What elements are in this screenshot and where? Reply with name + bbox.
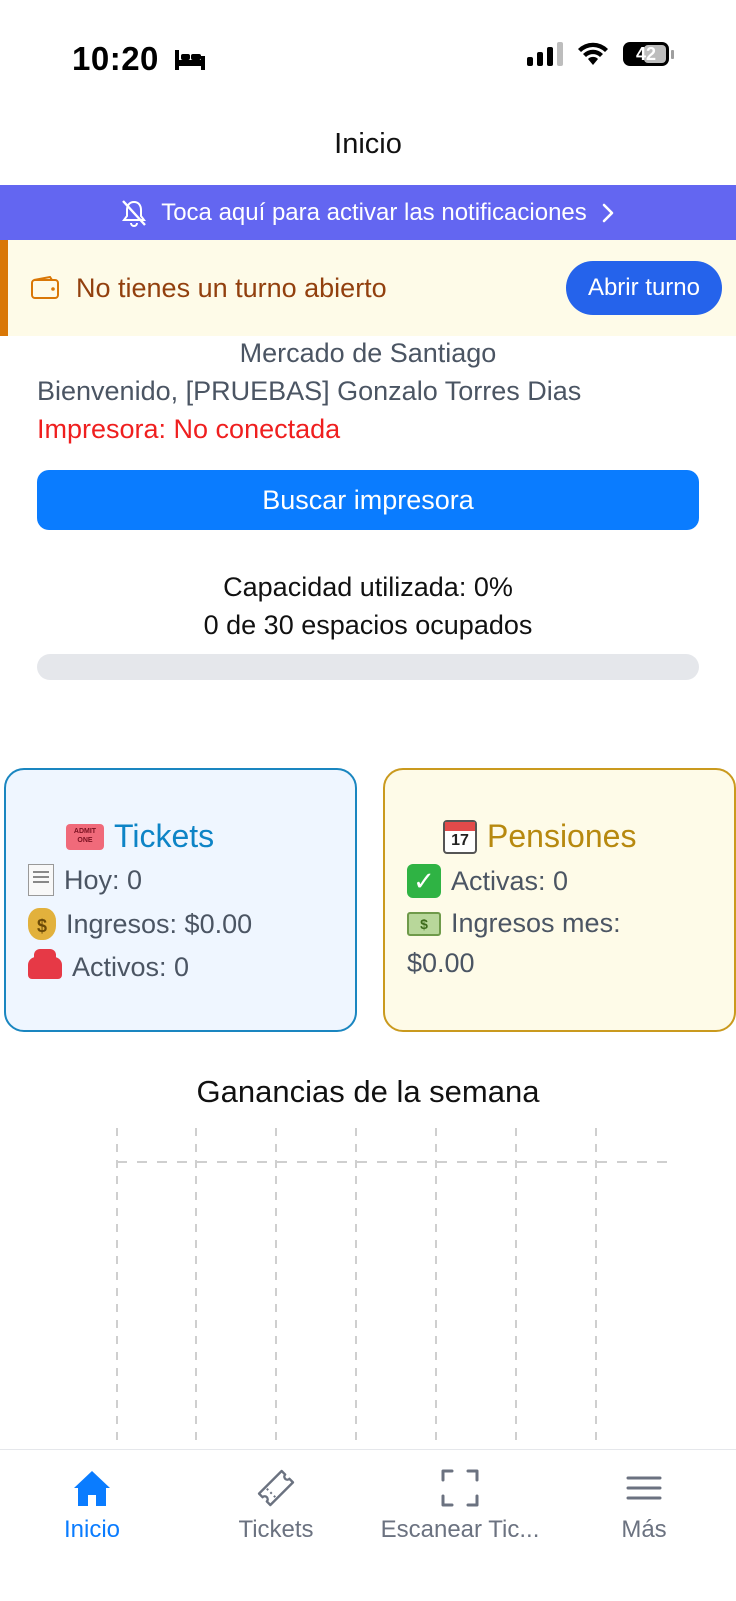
menu-icon xyxy=(626,1476,662,1500)
ticket-icon xyxy=(257,1469,295,1507)
shift-status-text: No tienes un turno abierto xyxy=(76,272,387,303)
pensiones-active: ✓ Activas: 0 xyxy=(407,864,568,898)
pensiones-income-value: $0.00 xyxy=(407,948,475,978)
scan-icon xyxy=(441,1469,479,1507)
tickets-card[interactable]: Tickets Hoy: 0 $ Ingresos: $0.00 Activos… xyxy=(4,768,357,1032)
tab-inicio-label: Inicio xyxy=(63,1516,121,1543)
status-bar: 10:20 42 xyxy=(0,0,736,120)
calendar-icon: 17 xyxy=(443,819,477,854)
tickets-active: Activos: 0 xyxy=(28,948,190,983)
pensiones-card-title: 17 Pensiones xyxy=(443,818,636,855)
chart-title: Ganancias de la semana xyxy=(196,1074,540,1109)
money-icon: $ xyxy=(407,911,441,936)
welcome-text: Bienvenido, [PRUEBAS] Gonzalo Torres Dia… xyxy=(37,376,582,406)
tab-escanear-label: Escanear Tic... xyxy=(380,1516,540,1543)
tab-mas-label: Más xyxy=(621,1516,667,1543)
tab-tickets[interactable]: Tickets xyxy=(184,1450,368,1560)
status-time: 10:20 xyxy=(72,40,207,78)
tickets-title-text: Tickets xyxy=(114,818,215,854)
ticket-emoji-icon xyxy=(66,823,104,850)
capacity-progress-bar xyxy=(37,654,699,680)
weekly-earnings-chart xyxy=(116,1128,676,1448)
tab-tickets-label: Tickets xyxy=(238,1516,314,1543)
tab-mas[interactable]: Más xyxy=(552,1450,736,1560)
home-icon xyxy=(74,1471,110,1506)
clock-text: 10:20 xyxy=(72,40,159,77)
pensiones-income: $ Ingresos mes: xyxy=(407,908,621,939)
pensiones-income-label: Ingresos mes: xyxy=(451,908,621,938)
pensiones-card[interactable]: 17 Pensiones ✓ Activas: 0 $ Ingresos mes… xyxy=(383,768,736,1032)
tickets-income: $ Ingresos: $0.00 xyxy=(28,908,252,940)
capacity-summary: Capacidad utilizada: 0% 0 de 30 espacios… xyxy=(0,568,736,644)
notifications-banner-text: Toca aquí para activar las notificacione… xyxy=(161,198,587,226)
receipt-icon xyxy=(28,864,54,896)
status-icons: 42 xyxy=(527,42,674,66)
bell-off-icon xyxy=(122,199,147,227)
shift-status-banner: No tienes un turno abierto Abrir turno xyxy=(0,240,736,336)
search-printer-button[interactable]: Buscar impresora xyxy=(37,470,699,530)
tickets-income-text: Ingresos: $0.00 xyxy=(66,908,253,939)
battery-icon: 42 xyxy=(623,42,669,66)
page-title: Inicio xyxy=(334,128,402,160)
pensiones-title-text: Pensiones xyxy=(487,818,637,854)
enable-notifications-banner[interactable]: Toca aquí para activar las notificacione… xyxy=(0,185,736,240)
sleep-bed-icon xyxy=(174,50,205,70)
capacity-percent: Capacidad utilizada: 0% xyxy=(223,572,513,602)
money-bag-icon: $ xyxy=(28,908,56,940)
location-name: Mercado de Santiago xyxy=(239,338,497,368)
tickets-active-text: Activos: 0 xyxy=(72,952,190,982)
printer-status: Impresora: No conectada xyxy=(37,414,341,444)
car-icon xyxy=(28,948,62,979)
tab-bar: Inicio Tickets Escanear Tic... Más xyxy=(0,1449,736,1601)
wallet-icon xyxy=(31,276,59,299)
wifi-icon xyxy=(578,42,608,65)
tab-inicio[interactable]: Inicio xyxy=(0,1450,184,1560)
capacity-occupied: 0 de 30 espacios ocupados xyxy=(203,610,533,640)
battery-level: 42 xyxy=(635,43,657,64)
chevron-right-icon xyxy=(602,203,614,222)
tickets-today: Hoy: 0 xyxy=(28,864,142,896)
tab-escanear[interactable]: Escanear Tic... xyxy=(368,1450,552,1560)
check-mark-icon: ✓ xyxy=(407,864,441,898)
cellular-signal-icon xyxy=(527,42,563,66)
open-shift-button[interactable]: Abrir turno xyxy=(565,261,722,315)
tickets-card-title: Tickets xyxy=(66,818,214,855)
tickets-today-text: Hoy: 0 xyxy=(64,864,143,895)
pensiones-active-text: Activas: 0 xyxy=(451,865,569,896)
